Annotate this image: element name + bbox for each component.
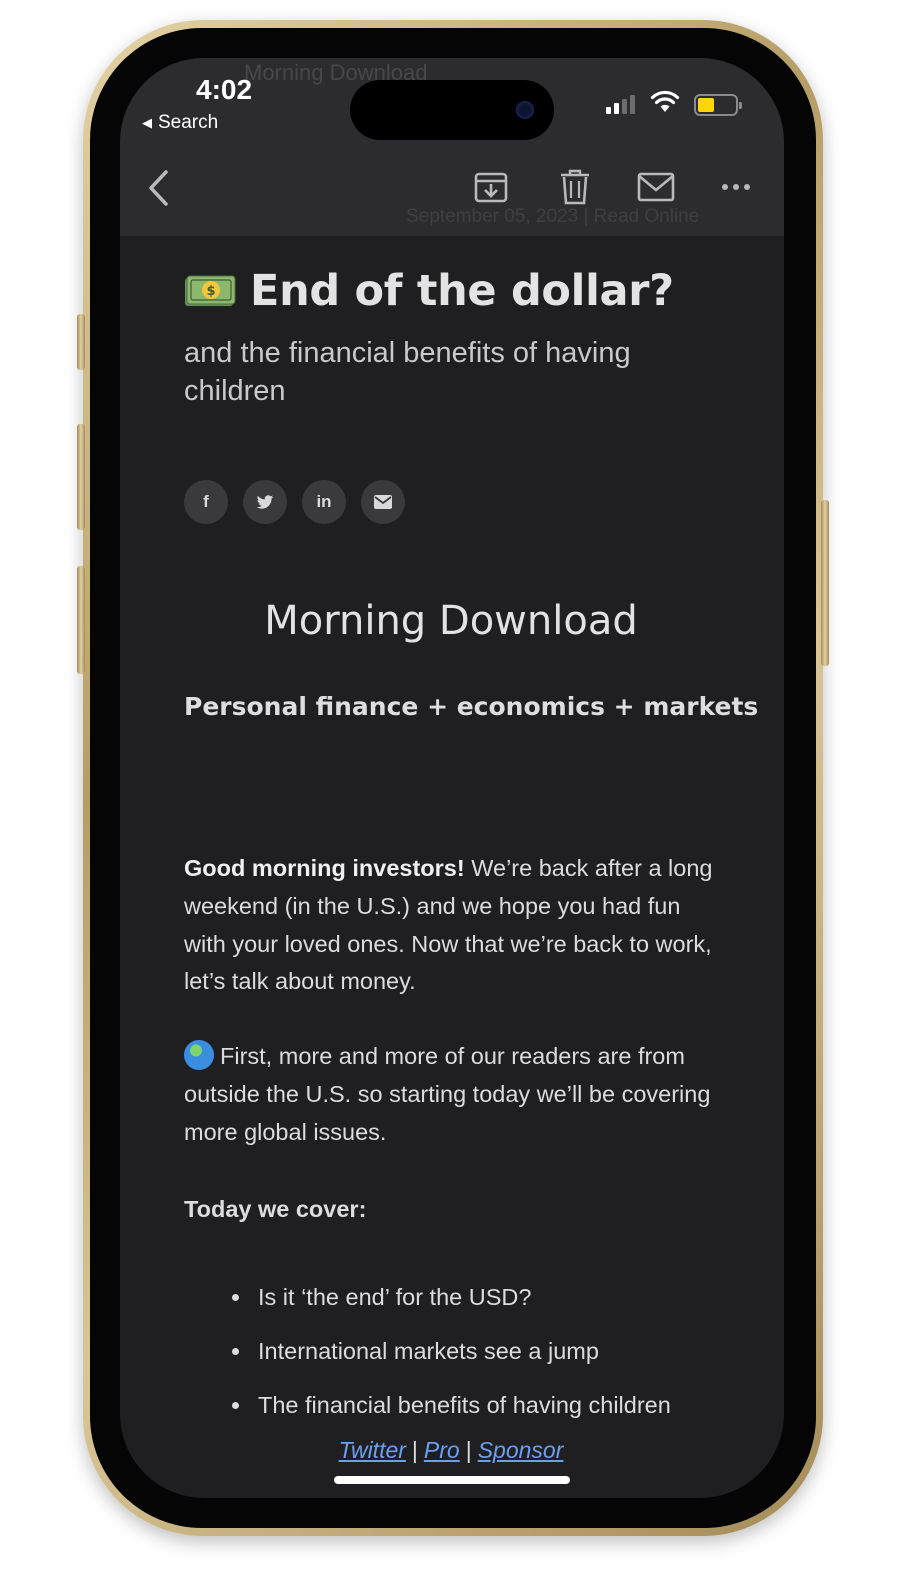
headline-row: $ End of the dollar? — [184, 266, 674, 316]
front-camera — [516, 101, 534, 119]
greeting-paragraph: Good morning investors! We’re back after… — [184, 850, 724, 1001]
newsletter-brand: Morning Download — [264, 598, 638, 644]
status-time: 4:02 — [196, 74, 253, 105]
cover-list: Is it ‘the end’ for the USD? Internation… — [232, 1278, 678, 1440]
share-linkedin-button[interactable]: in — [302, 480, 346, 524]
dynamic-island — [350, 80, 554, 140]
dollar-banknote-icon: $ — [185, 275, 236, 306]
sponsor-link[interactable]: Sponsor — [478, 1437, 564, 1463]
battery-icon — [694, 94, 742, 116]
footer-separator: | — [465, 1437, 472, 1463]
twitter-icon — [256, 494, 274, 509]
twitter-link[interactable]: Twitter — [339, 1437, 406, 1463]
wifi-icon — [650, 90, 680, 112]
list-item: The financial benefits of having childre… — [232, 1386, 678, 1424]
phone-screen: Morning Download September 05, 2023 | Re… — [120, 58, 784, 1498]
chevron-left-icon — [149, 170, 168, 206]
status-bar: 4:02 ◀ Search — [120, 58, 784, 142]
ghost-date-line: September 05, 2023 | Read Online — [406, 206, 700, 227]
back-button[interactable] — [140, 166, 176, 210]
share-twitter-button[interactable] — [243, 480, 287, 524]
footer-separator: | — [411, 1437, 418, 1463]
email-share-icon — [374, 495, 392, 509]
globe-icon — [184, 1040, 214, 1070]
linkedin-icon: in — [316, 492, 332, 511]
newsletter-tagline: Personal finance + economics + markets — [184, 692, 759, 721]
cellular-signal-icon — [606, 95, 635, 114]
action-button — [77, 314, 85, 370]
volume-up-button — [77, 424, 85, 530]
share-buttons: f in — [184, 480, 405, 524]
list-item: Is it ‘the end’ for the USD? — [232, 1278, 678, 1316]
back-triangle-icon: ◀ — [142, 115, 152, 130]
archive-icon — [474, 172, 508, 203]
pro-link[interactable]: Pro — [424, 1437, 460, 1463]
archive-button[interactable] — [470, 166, 512, 208]
home-indicator[interactable] — [334, 1476, 570, 1484]
battery-level — [698, 98, 714, 112]
mark-unread-button[interactable] — [634, 166, 678, 208]
back-to-search-link[interactable]: ◀ Search — [142, 112, 218, 134]
global-text: First, more and more of our readers are … — [184, 1043, 711, 1145]
facebook-icon: f — [203, 492, 209, 511]
envelope-icon — [637, 172, 675, 202]
global-paragraph: First, more and more of our readers are … — [184, 1038, 724, 1151]
trash-button[interactable] — [554, 166, 596, 208]
share-email-button[interactable] — [361, 480, 405, 524]
volume-down-button — [77, 566, 85, 674]
greeting-bold: Good morning investors! — [184, 855, 465, 881]
power-button — [821, 500, 829, 666]
trash-icon — [561, 169, 589, 205]
more-button[interactable] — [718, 174, 754, 200]
back-to-search-label: Search — [158, 112, 219, 133]
more-icon — [722, 184, 750, 190]
share-facebook-button[interactable]: f — [184, 480, 228, 524]
footer-links: Twitter | Pro | Sponsor — [184, 1437, 718, 1464]
email-title: End of the dollar? — [250, 266, 674, 316]
email-subtitle: and the financial benefits of having chi… — [184, 337, 631, 407]
cover-heading: Today we cover: — [184, 1196, 367, 1222]
list-item: International markets see a jump — [232, 1332, 678, 1370]
svg-text:$: $ — [206, 284, 215, 299]
